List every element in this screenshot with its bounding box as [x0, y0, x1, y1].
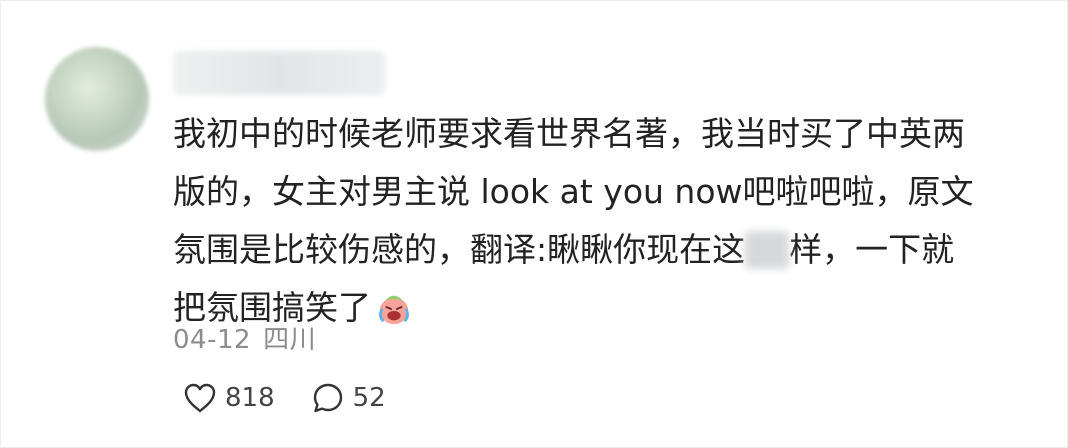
- comment-line: 我初中的时候老师要求看世界名著，我当时买了中英两: [173, 114, 965, 153]
- comment-segment: 氛围是比较伤感的，翻译:瞅瞅你现在这: [173, 230, 746, 269]
- censored-character: [745, 231, 790, 269]
- like-button[interactable]: 818: [183, 382, 275, 414]
- comment-count: 52: [352, 383, 386, 413]
- comment-actions: 818 52: [183, 381, 386, 415]
- username-redacted[interactable]: [173, 51, 385, 95]
- comment-line: 氛围是比较伤感的，翻译:瞅瞅你现在这 样，一下就: [173, 221, 1023, 279]
- like-count: 818: [225, 383, 275, 413]
- comment-card: 我初中的时候老师要求看世界名著，我当时买了中英两 版的，女主对男主说 look …: [0, 0, 1068, 448]
- comment-date: 04-12: [173, 325, 252, 355]
- speech-bubble-icon: [313, 383, 342, 413]
- comment-text: 我初中的时候老师要求看世界名著，我当时买了中英两 版的，女主对男主说 look …: [173, 105, 1023, 337]
- comment-button[interactable]: 52: [311, 381, 386, 415]
- comment-location: 四川: [263, 325, 317, 355]
- comment-line: 版的，女主对男主说 look at you now吧啦吧啦，原文: [173, 172, 974, 211]
- comment-segment: 样，一下就: [789, 230, 955, 269]
- crying-laughing-emoji-icon: [379, 295, 409, 325]
- avatar[interactable]: [45, 47, 149, 151]
- comment-meta: 04-12 四川: [173, 319, 316, 356]
- heart-outline-icon: [184, 383, 216, 413]
